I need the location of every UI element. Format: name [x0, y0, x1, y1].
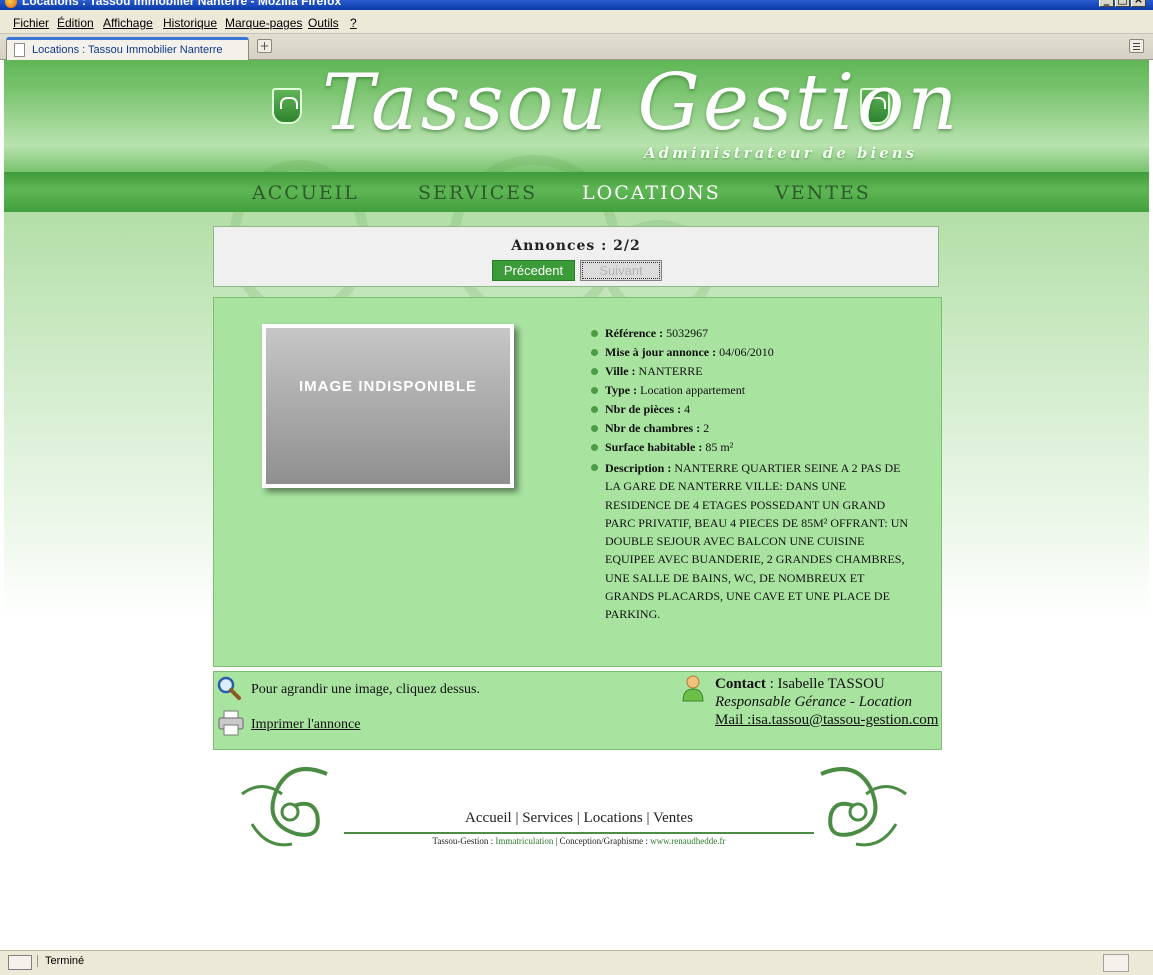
next-button[interactable]: Suivant — [580, 260, 662, 281]
print-listing-link[interactable]: Imprimer l'annonce — [251, 717, 360, 733]
menu-edition[interactable]: Édition — [57, 16, 94, 30]
status-text: Terminé — [37, 955, 84, 967]
contact-person: Contact : Isabelle TASSOU — [715, 676, 885, 692]
nav-bar — [4, 172, 1149, 212]
nav-locations[interactable]: LOCATIONS — [582, 182, 721, 204]
footer-link-locations[interactable]: Locations — [584, 810, 643, 826]
footer-link-services[interactable]: Services — [522, 810, 573, 826]
detail-type: Type : Location appartement — [590, 383, 910, 397]
footer-link-ventes[interactable]: Ventes — [653, 810, 693, 826]
tab-list-button[interactable] — [1129, 39, 1144, 53]
annonces-count: Annonces : 2/2 — [511, 238, 641, 254]
menu-affichage[interactable]: Affichage — [103, 16, 153, 30]
crest-icon — [272, 88, 302, 124]
close-icon[interactable]: × — [1131, 0, 1146, 7]
menu-help[interactable]: ? — [350, 16, 357, 30]
listing-details: Référence : 5032967 Mise à jour annonce … — [590, 326, 910, 629]
menu-fichier[interactable]: Fichier — [13, 16, 49, 30]
tab-locations[interactable]: Locations : Tassou Immobilier Nanterre — [6, 37, 249, 61]
printer-icon[interactable] — [217, 710, 245, 736]
footer-nav: Accueil | Services | Locations | Ventes — [465, 810, 693, 826]
window-title: Locations : Tassou Immobilier Nanterre -… — [22, 0, 342, 8]
designer-link[interactable]: www.renaudhedde.fr — [650, 836, 725, 846]
menu-bar: Fichier Édition Affichage Historique Mar… — [0, 10, 1153, 34]
menu-outils[interactable]: Outils — [308, 16, 339, 30]
detail-surface: Surface habitable : 85 m² — [590, 440, 910, 454]
previous-button[interactable]: Précedent — [492, 260, 575, 281]
nav-services[interactable]: SERVICES — [418, 182, 537, 204]
contact-email-link[interactable]: Mail :isa.tassou@tassou-gestion.com — [715, 711, 938, 729]
detail-city: Ville : NANTERRE — [590, 364, 910, 378]
site-logo-title[interactable]: Tassou Gestion — [322, 60, 958, 148]
listing-photo[interactable]: IMAGE INDISPONIBLE — [262, 324, 514, 488]
footer-ornament-left — [241, 767, 328, 847]
page-icon — [14, 43, 25, 57]
footer-credits: Tassou-Gestion : Immatriculation | Conce… — [432, 836, 726, 846]
enlarge-hint: Pour agrandir une image, cliquez dessus. — [251, 682, 480, 697]
new-tab-button[interactable]: + — [257, 39, 272, 53]
listing-panel: IMAGE INDISPONIBLE Référence : 5032967 M… — [213, 297, 942, 667]
menu-marque-pages[interactable]: Marque-pages — [225, 16, 302, 30]
nav-accueil[interactable]: ACCUEIL — [252, 182, 359, 204]
detail-rooms: Nbr de pièces : 4 — [590, 402, 910, 416]
menu-historique[interactable]: Historique — [163, 16, 217, 30]
window-titlebar: Locations : Tassou Immobilier Nanterre -… — [0, 0, 1153, 10]
firefox-icon — [5, 0, 17, 8]
tab-bar: Locations : Tassou Immobilier Nanterre + — [0, 34, 1153, 61]
contact-role: Responsable Gérance - Location — [715, 694, 913, 710]
site-tagline: Administrateur de biens — [644, 144, 918, 162]
page-viewport: Tassou Gestion Administrateur de biens A… — [4, 60, 1149, 950]
footer-link-accueil[interactable]: Accueil — [465, 810, 512, 826]
detail-bedrooms: Nbr de chambres : 2 — [590, 421, 910, 435]
contact-box: Pour agrandir une image, cliquez dessus.… — [213, 671, 942, 750]
tab-label: Locations : Tassou Immobilier Nanterre — [32, 44, 223, 56]
photo-placeholder-text: IMAGE INDISPONIBLE — [298, 378, 477, 395]
footer-divider — [344, 832, 814, 834]
minimize-icon[interactable]: _ — [1099, 0, 1114, 7]
nav-ventes[interactable]: VENTES — [775, 182, 871, 204]
status-bar: Terminé — [0, 950, 1153, 975]
contact-info: Contact : Isabelle TASSOU Responsable Gé… — [715, 675, 938, 729]
detail-reference: Référence : 5032967 — [590, 326, 910, 340]
maximize-icon[interactable]: □ — [1115, 0, 1130, 7]
magnifier-icon — [217, 676, 241, 700]
annonces-pager: Annonces : 2/2 Précedent Suivant — [213, 226, 939, 287]
detail-update-date: Mise à jour annonce : 04/06/2010 — [590, 345, 910, 359]
status-icon — [8, 955, 32, 970]
footer-ornament-right — [820, 767, 907, 847]
person-icon — [682, 675, 704, 702]
status-bug-icon[interactable] — [1103, 954, 1129, 972]
immatriculation-link[interactable]: Immatriculation — [495, 836, 553, 846]
detail-description: Description : NANTERRE QUARTIER SEINE A … — [590, 459, 910, 624]
